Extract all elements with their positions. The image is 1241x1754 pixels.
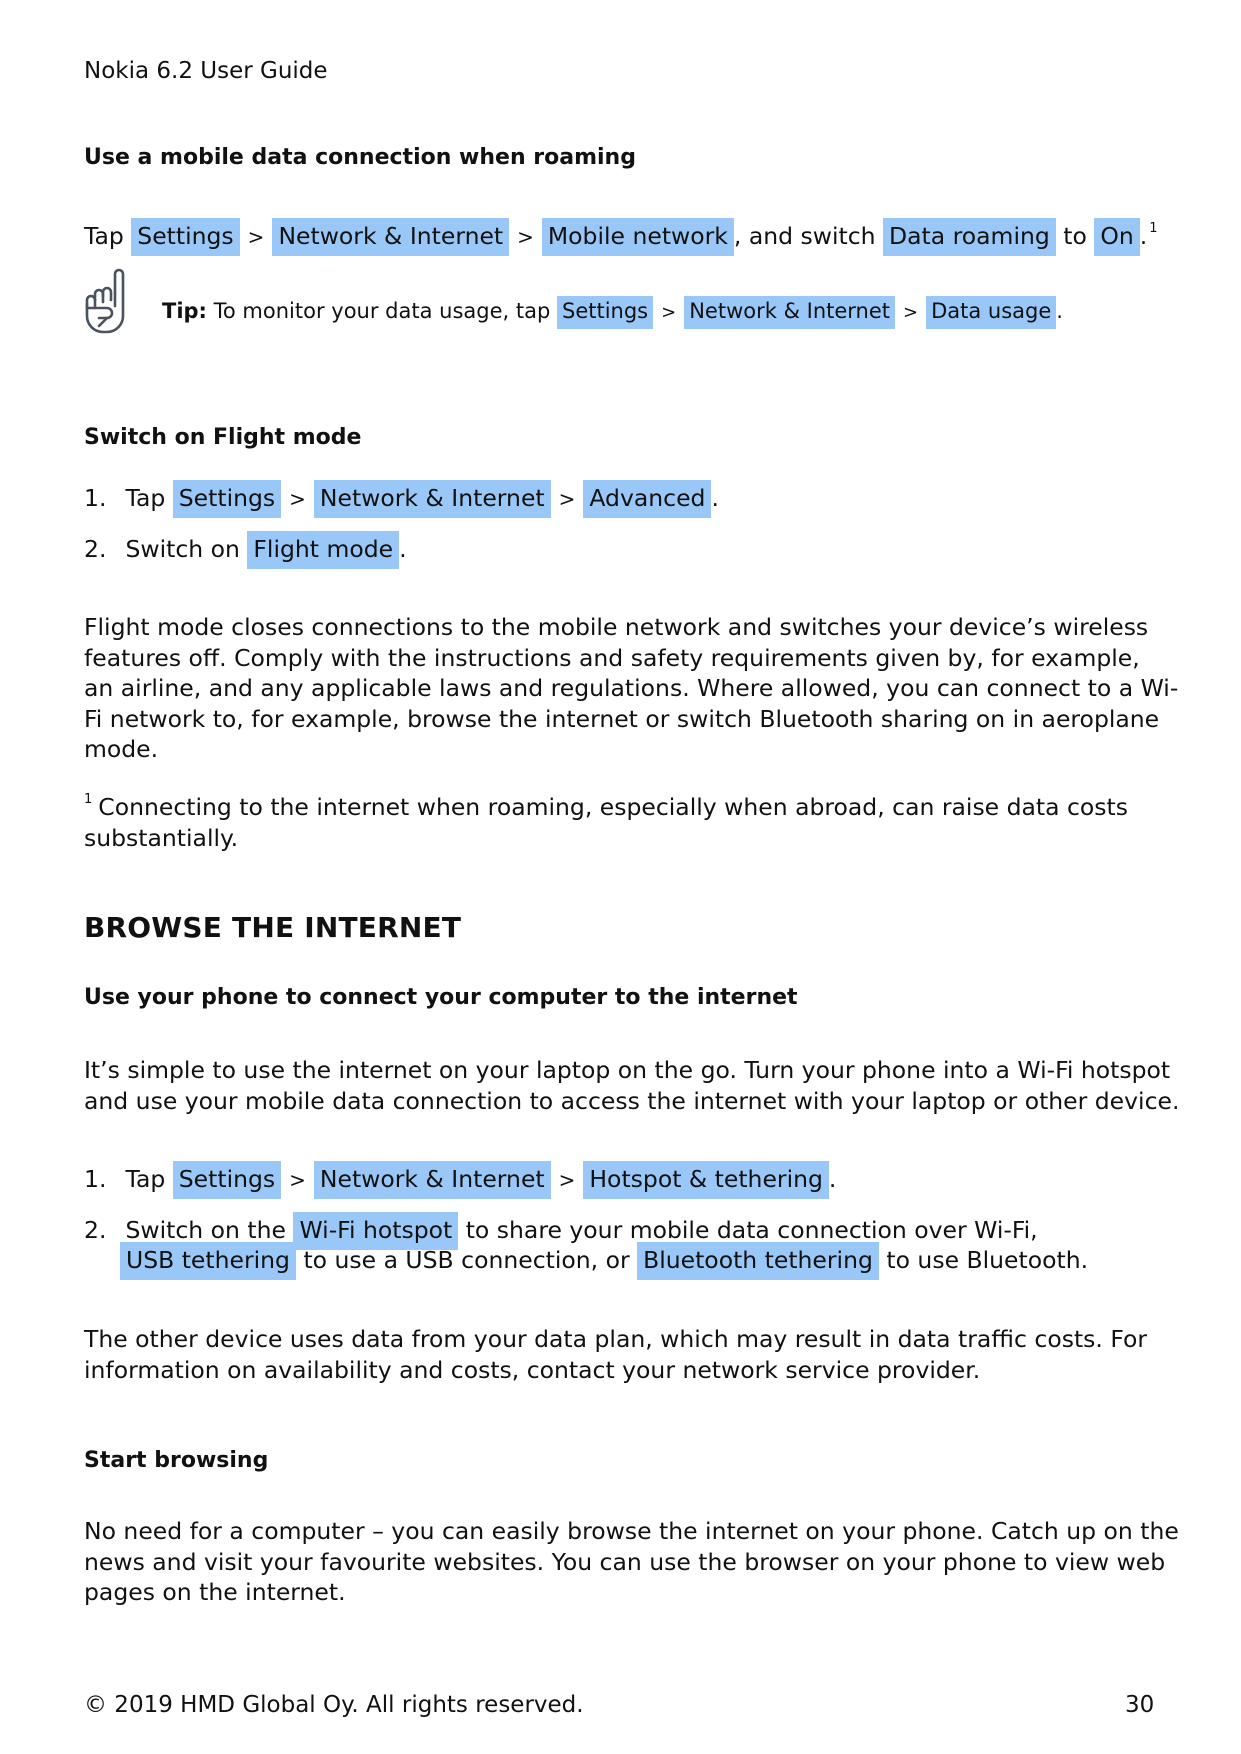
step-suffix: . <box>399 535 407 563</box>
paragraph-line: Fi network to, for example, browse the i… <box>84 704 1160 733</box>
paragraph-line: an airline, and any applicable laws and … <box>84 674 1179 702</box>
step-prefix: Switch on the <box>125 1216 286 1244</box>
step-prefix: Tap <box>125 484 166 512</box>
path-separator: > <box>558 1168 576 1192</box>
paragraph-line: features off. Comply with the instructio… <box>84 643 1140 672</box>
ui-path-network-internet[interactable]: Network & Internet <box>313 1161 551 1199</box>
step-suffix: . <box>711 484 719 512</box>
running-header: Nokia 6.2 User Guide <box>84 58 328 84</box>
tip-label: Tip: <box>162 299 207 323</box>
path-separator: > <box>247 225 265 249</box>
footnote-line: substantially. <box>84 823 239 852</box>
ui-path-settings[interactable]: Settings <box>172 480 282 518</box>
chapter-heading-browse: BROWSE THE INTERNET <box>84 911 462 944</box>
paragraph-line: It’s simple to use the internet on your … <box>84 1056 1171 1084</box>
section-heading-connect: Use your phone to connect your computer … <box>84 985 798 1010</box>
instruction-suffix: . <box>1139 222 1148 250</box>
ui-toggle-flight-mode[interactable]: Flight mode <box>247 531 400 569</box>
ui-toggle-data-roaming[interactable]: Data roaming <box>883 218 1056 256</box>
ui-path-network-internet[interactable]: Network & Internet <box>684 296 896 329</box>
ui-path-network-internet[interactable]: Network & Internet <box>313 480 551 518</box>
step-prefix: Switch on <box>125 535 240 563</box>
page-number: 30 <box>1125 1692 1155 1718</box>
ui-state-on[interactable]: On <box>1094 218 1140 256</box>
step-number: 2. <box>84 1216 107 1244</box>
section-heading-start-browsing: Start browsing <box>84 1448 269 1473</box>
flight-step-2: 2. Switch on Flight mode. <box>84 531 407 569</box>
ui-path-settings[interactable]: Settings <box>131 218 240 256</box>
paragraph-line: The other device uses data from your dat… <box>84 1325 1148 1353</box>
connect-step-2-continued: USB tethering to use a USB connection, o… <box>120 1242 1088 1280</box>
path-separator: > <box>289 487 306 511</box>
ui-toggle-bluetooth-tethering[interactable]: Bluetooth tethering <box>637 1242 879 1280</box>
connect-step-1: 1. Tap Settings > Network & Internet > Hotsp… <box>84 1161 836 1199</box>
copyright: © 2019 HMD Global Oy. All rights reserve… <box>84 1692 584 1718</box>
section-heading-flight-mode: Switch on Flight mode <box>84 425 362 450</box>
path-separator: > <box>558 487 576 511</box>
instruction-to: to <box>1063 222 1087 250</box>
step-number: 1. <box>84 484 107 512</box>
step-suffix: . <box>828 1165 837 1193</box>
step-number: 1. <box>84 1165 107 1193</box>
ui-path-advanced[interactable]: Advanced <box>583 480 712 518</box>
pointing-hand-icon <box>85 268 125 334</box>
ui-path-hotspot-tethering[interactable]: Hotspot & tethering <box>583 1161 829 1199</box>
paragraph-line: and use your mobile data connection to a… <box>84 1086 1180 1115</box>
instruction-prefix: Tap <box>84 222 124 250</box>
paragraph-line: No need for a computer – you can easily … <box>84 1517 1179 1545</box>
start-browsing-paragraph: No need for a computer – you can easily … <box>84 1516 1179 1608</box>
tip-text: To monitor your data usage, tap <box>213 299 551 323</box>
ui-path-data-usage[interactable]: Data usage <box>926 296 1057 329</box>
footnote-text: Connecting to the internet when roaming,… <box>98 793 1129 821</box>
footnote-marker: 1 <box>84 792 93 807</box>
roaming-instruction: Tap Settings > Network & Internet > Mobile n… <box>84 212 1158 256</box>
flight-mode-paragraph: Flight mode closes connections to the mo… <box>84 612 1179 765</box>
instruction-middle: , and switch <box>733 222 876 250</box>
connect-paragraph: It’s simple to use the internet on your … <box>84 1055 1180 1116</box>
step-prefix: Tap <box>125 1165 166 1193</box>
ui-toggle-usb-tethering[interactable]: USB tethering <box>120 1242 296 1280</box>
ui-path-settings[interactable]: Settings <box>556 296 654 329</box>
path-separator: > <box>289 1168 306 1192</box>
section-heading-roaming: Use a mobile data connection when roamin… <box>84 145 636 170</box>
step-number: 2. <box>84 535 107 563</box>
step-text: to use Bluetooth. <box>886 1246 1089 1274</box>
footnote-line: 1 Connecting to the internet when roaming… <box>84 785 1164 823</box>
paragraph-line: pages on the internet. <box>84 1578 346 1606</box>
flight-step-1: 1. Tap Settings > Network & Internet > Advan… <box>84 480 719 518</box>
paragraph-line: news and visit your favourite websites. … <box>84 1547 1166 1576</box>
path-separator: > <box>661 302 677 323</box>
footnote: 1 Connecting to the internet when roaming… <box>84 785 1164 853</box>
tip: Tip: To monitor your data usage, tap Set… <box>162 296 1063 329</box>
step-text: to use a USB connection, or <box>303 1246 630 1274</box>
ui-path-network-internet[interactable]: Network & Internet <box>272 218 510 256</box>
paragraph-line: mode. <box>84 735 159 763</box>
tip-suffix: . <box>1056 299 1063 323</box>
paragraph-line: information on availability and costs, c… <box>84 1355 981 1384</box>
paragraph-line: Flight mode closes connections to the mo… <box>84 613 1149 641</box>
ui-path-mobile-network[interactable]: Mobile network <box>541 218 734 256</box>
footnote-ref[interactable]: 1 <box>1149 221 1157 236</box>
path-separator: > <box>517 225 534 249</box>
path-separator: > <box>903 302 919 323</box>
step-text: to share your mobile data connection ove… <box>465 1216 1038 1244</box>
connect-note: The other device uses data from your dat… <box>84 1324 1164 1385</box>
ui-path-settings[interactable]: Settings <box>172 1161 282 1199</box>
